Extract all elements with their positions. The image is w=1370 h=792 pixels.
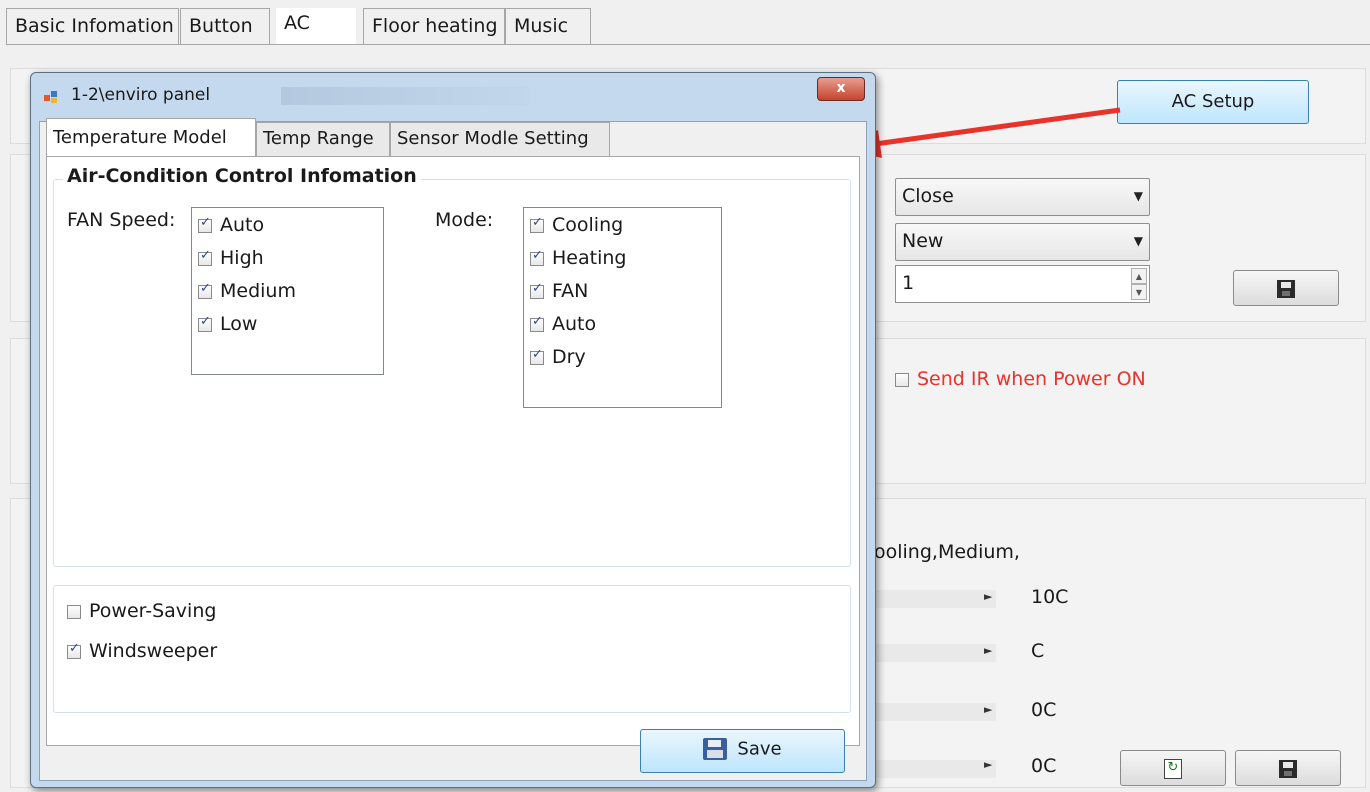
- power-state-combo[interactable]: Close ▼: [895, 178, 1150, 216]
- mode-cooling-label: Cooling: [552, 214, 624, 236]
- fan-medium-label: Medium: [220, 280, 296, 302]
- mode-fan-label: FAN: [552, 280, 589, 302]
- temp-slider-3[interactable]: [876, 703, 996, 721]
- fan-auto-label: Auto: [220, 214, 265, 236]
- mode-list[interactable]: Cooling Heating FAN Auto Dry: [523, 207, 722, 408]
- tab-temp-range[interactable]: Temp Range: [256, 122, 390, 156]
- floppy-disk-icon: [1277, 280, 1295, 298]
- checkbox-box[interactable]: [67, 641, 81, 659]
- list-item[interactable]: High: [198, 247, 264, 269]
- checkbox-box[interactable]: [198, 215, 212, 233]
- checkbox-box[interactable]: [198, 314, 212, 332]
- floppy-disk-icon: [703, 738, 728, 760]
- save-button-label: Save: [737, 738, 782, 760]
- list-item[interactable]: Heating: [530, 247, 626, 269]
- enviro-panel-dialog: 1-2\enviro panel x Temperature Model Tem…: [30, 72, 876, 788]
- fan-low-label: Low: [220, 313, 258, 335]
- group-title: Air-Condition Control Infomation: [63, 165, 421, 187]
- checkbox-box[interactable]: [530, 314, 544, 332]
- temp-value-3: 0C: [1031, 699, 1057, 721]
- air-condition-group: [53, 179, 851, 567]
- temp-slider-2[interactable]: [876, 644, 996, 662]
- mode-auto-label: Auto: [552, 313, 597, 335]
- status-text: ooling,Medium,: [874, 541, 1020, 563]
- refresh-icon: ↻: [1164, 759, 1182, 779]
- list-item[interactable]: Low: [198, 313, 257, 335]
- list-item[interactable]: Medium: [198, 280, 296, 302]
- chevron-down-icon: ▼: [1133, 189, 1143, 203]
- slider-arrow-icon[interactable]: ►: [984, 644, 992, 657]
- close-button[interactable]: x: [817, 77, 865, 101]
- checkbox-box[interactable]: [198, 248, 212, 266]
- slider-arrow-icon[interactable]: ►: [984, 703, 992, 716]
- slider-arrow-icon[interactable]: ►: [984, 758, 992, 771]
- mode-dry-label: Dry: [552, 346, 586, 368]
- spinner-value: 1: [902, 272, 915, 294]
- spin-up-icon[interactable]: ▲: [1131, 268, 1147, 284]
- windsweeper-checkbox[interactable]: Windsweeper: [67, 640, 217, 662]
- temp-value-1: 10C: [1031, 586, 1069, 608]
- checkbox-box[interactable]: [530, 347, 544, 365]
- save-settings-button[interactable]: [1233, 270, 1339, 306]
- chevron-down-icon: ▼: [1133, 234, 1143, 248]
- tab-button[interactable]: Button: [180, 8, 270, 44]
- model-combo[interactable]: New ▼: [895, 223, 1150, 261]
- slider-arrow-icon[interactable]: ►: [984, 590, 992, 603]
- app-icon: [44, 91, 57, 103]
- checkbox-box[interactable]: [530, 248, 544, 266]
- refresh-button[interactable]: ↻: [1120, 750, 1226, 786]
- checkbox-box[interactable]: [530, 281, 544, 299]
- number-spinner[interactable]: 1 ▲ ▼: [895, 265, 1150, 303]
- power-saving-checkbox[interactable]: Power-Saving: [67, 600, 216, 622]
- power-saving-label: Power-Saving: [89, 600, 217, 622]
- list-item[interactable]: FAN: [530, 280, 588, 302]
- temp-slider-1[interactable]: [876, 590, 996, 608]
- floppy-disk-icon: [1279, 760, 1297, 778]
- fan-high-label: High: [220, 247, 264, 269]
- temp-value-4: 0C: [1031, 755, 1057, 777]
- ac-setup-button[interactable]: AC Setup: [1117, 80, 1309, 124]
- tab-sensor-modle-setting[interactable]: Sensor Modle Setting: [390, 122, 610, 156]
- list-item[interactable]: Cooling: [530, 214, 623, 236]
- checkbox-box[interactable]: [530, 215, 544, 233]
- checkbox-box[interactable]: [198, 281, 212, 299]
- list-item[interactable]: Auto: [198, 214, 264, 236]
- temp-value-2: C: [1031, 640, 1045, 662]
- fan-speed-label: FAN Speed:: [67, 209, 176, 231]
- temperature-model-panel: Air-Condition Control Infomation FAN Spe…: [46, 156, 860, 746]
- tab-basic-infomation[interactable]: Basic Infomation: [6, 8, 179, 44]
- fan-speed-list[interactable]: Auto High Medium Low: [191, 207, 384, 375]
- save-temperature-button[interactable]: [1235, 750, 1341, 786]
- power-state-value: Close: [902, 185, 954, 207]
- spin-down-icon[interactable]: ▼: [1131, 284, 1147, 300]
- tab-music[interactable]: Music: [505, 8, 591, 44]
- mode-label: Mode:: [435, 209, 494, 231]
- list-item[interactable]: Dry: [530, 346, 586, 368]
- checkbox-box[interactable]: [67, 604, 81, 619]
- checkbox-box[interactable]: [895, 372, 909, 387]
- send-ir-label: Send IR when Power ON: [917, 368, 1146, 390]
- tab-temperature-model[interactable]: Temperature Model: [46, 118, 256, 156]
- dialog-body: Temperature Model Temp Range Sensor Modl…: [39, 118, 867, 781]
- send-ir-checkbox[interactable]: Send IR when Power ON: [895, 368, 1146, 390]
- faded-title-text: [281, 87, 531, 105]
- windsweeper-label: Windsweeper: [89, 640, 218, 662]
- temp-slider-4[interactable]: [876, 760, 996, 778]
- mode-heating-label: Heating: [552, 247, 627, 269]
- save-button[interactable]: Save: [640, 729, 845, 773]
- tab-floor-heating[interactable]: Floor heating: [363, 8, 505, 44]
- list-item[interactable]: Auto: [530, 313, 596, 335]
- dialog-title: 1-2\enviro panel: [71, 85, 211, 105]
- tab-ac[interactable]: AC: [276, 8, 356, 44]
- model-value: New: [902, 230, 944, 252]
- tab-divider: [6, 44, 1370, 45]
